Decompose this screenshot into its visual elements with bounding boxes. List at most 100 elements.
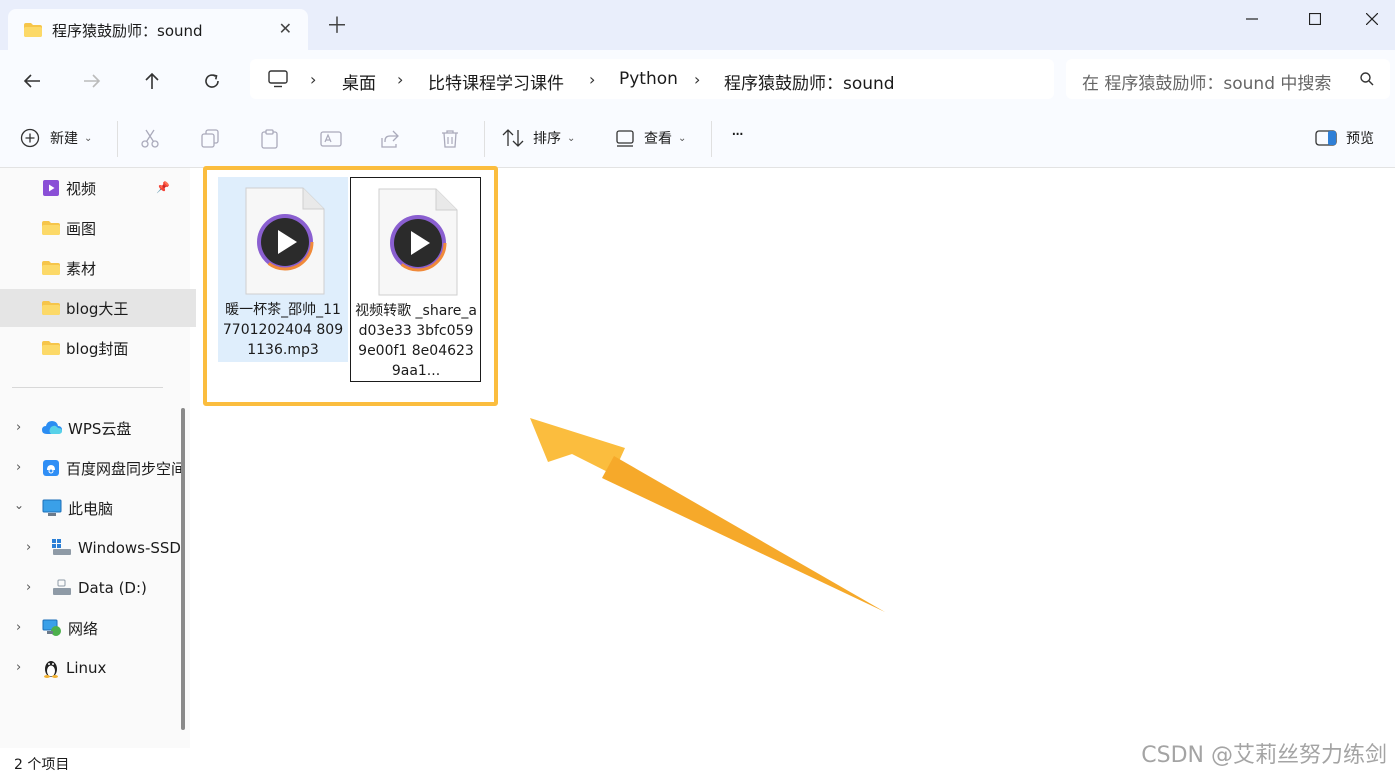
sidebar-item-label: blog大王	[66, 299, 129, 318]
sidebar-item-label: blog封面	[66, 339, 129, 358]
refresh-button[interactable]	[198, 67, 226, 95]
more-options-button[interactable]: ···	[731, 124, 744, 145]
tab-title: 程序猿鼓励师：sound	[52, 22, 203, 40]
monitor-icon	[268, 70, 288, 92]
folder-icon	[24, 22, 42, 41]
view-button[interactable]: 查看 ⌄	[616, 128, 686, 148]
search-placeholder: 在 程序猿鼓励师：sound 中搜索	[1082, 74, 1332, 94]
pin-icon[interactable]: 📌	[156, 181, 170, 194]
sidebar-item-label: 视频	[66, 179, 97, 198]
new-button[interactable]: 新建 ⌄	[20, 128, 92, 148]
chevron-down-icon: ⌄	[567, 132, 576, 144]
folder-icon	[42, 341, 60, 355]
folder-icon	[42, 301, 60, 315]
address-row: › 桌面 › 比特课程学习课件 › Python › 程序猿鼓励师：sound …	[0, 50, 1395, 109]
sidebar-item-windows-ssd[interactable]: Windows-SSD	[0, 529, 225, 567]
maximize-icon	[1309, 13, 1321, 25]
search-icon	[1360, 71, 1374, 90]
back-button[interactable]	[18, 67, 46, 95]
breadcrumb-python[interactable]: Python	[619, 69, 678, 89]
maximize-button[interactable]	[1292, 6, 1338, 32]
sidebar-item-videos[interactable]: 视频	[0, 169, 215, 207]
drive-icon	[52, 539, 72, 557]
folder-icon	[42, 261, 60, 275]
status-bar: 2 个项目 CSDN @艾莉丝努力练剑	[0, 743, 1395, 773]
breadcrumb-separator: ›	[694, 70, 701, 89]
refresh-icon	[205, 74, 219, 88]
sidebar-scrollbar[interactable]	[181, 408, 185, 730]
sidebar-item-label: 此电脑	[68, 499, 114, 518]
sidebar-item-label: 画图	[66, 219, 97, 238]
linux-icon	[42, 658, 60, 678]
paste-icon[interactable]	[260, 129, 280, 153]
baidu-netdisk-icon	[42, 459, 60, 477]
sort-label: 排序	[533, 131, 561, 147]
chevron-down-icon: ⌄	[678, 132, 687, 144]
sidebar-divider	[12, 387, 163, 388]
close-window-button[interactable]	[1349, 6, 1395, 32]
preview-pane-icon	[1315, 130, 1337, 146]
copy-icon[interactable]	[200, 129, 220, 153]
sidebar-item-label: WPS云盘	[68, 419, 132, 438]
close-tab-icon[interactable]: ✕	[279, 19, 292, 38]
sidebar-item-label: Windows-SSD	[78, 539, 181, 557]
cut-icon[interactable]	[140, 129, 160, 153]
forward-button[interactable]	[78, 67, 106, 95]
breadcrumb-separator: ›	[589, 70, 596, 89]
breadcrumb-course[interactable]: 比特课程学习课件	[428, 69, 564, 94]
chevron-down-icon: ⌄	[84, 132, 93, 144]
sidebar-item-label: 素材	[66, 259, 97, 278]
network-icon	[42, 619, 62, 637]
minimize-button[interactable]	[1229, 6, 1275, 32]
toolbar-divider	[484, 121, 485, 157]
new-tab-button[interactable]: ＋	[326, 16, 348, 38]
search-input[interactable]: 在 程序猿鼓励师：sound 中搜索	[1066, 59, 1390, 99]
sidebar-item-label: Data (D:)	[78, 579, 147, 597]
arrow-up-icon	[145, 72, 159, 89]
preview-label: 预览	[1346, 131, 1374, 147]
sort-button[interactable]: 排序 ⌄	[502, 128, 575, 148]
video-folder-icon	[42, 179, 60, 197]
breadcrumb-desktop[interactable]: 桌面	[342, 69, 376, 94]
toolbar-divider	[711, 121, 712, 157]
toolbar-divider	[117, 121, 118, 157]
sidebar-item-label: 网络	[68, 619, 99, 638]
delete-icon[interactable]	[440, 129, 460, 153]
up-button[interactable]	[138, 67, 166, 95]
computer-icon	[42, 499, 62, 517]
address-bar[interactable]: › 桌面 › 比特课程学习课件 › Python › 程序猿鼓励师：sound	[250, 59, 1054, 99]
title-bar: 程序猿鼓励师：sound ✕ ＋	[0, 0, 1395, 50]
breadcrumb-current[interactable]: 程序猿鼓励师：sound	[724, 69, 895, 94]
sort-icon	[502, 129, 524, 147]
view-icon	[616, 130, 634, 147]
annotation-arrow	[530, 418, 885, 612]
sidebar-item-paint[interactable]: 画图	[0, 209, 215, 247]
arrow-left-icon	[23, 74, 40, 88]
sidebar-item-data-drive[interactable]: Data (D:)	[0, 569, 225, 607]
rename-icon[interactable]	[320, 129, 342, 153]
breadcrumb-separator: ›	[310, 70, 317, 89]
sidebar-item-blog-cover[interactable]: blog封面	[0, 329, 215, 367]
minimize-icon	[1246, 18, 1258, 20]
tab-current[interactable]: 程序猿鼓励师：sound ✕	[8, 9, 308, 50]
annotation-highlight-box	[203, 166, 498, 406]
sidebar-item-blog-king[interactable]: blog大王	[0, 289, 215, 327]
sidebar-item-label: 百度网盘同步空间	[66, 459, 187, 478]
sidebar-item-materials[interactable]: 素材	[0, 249, 215, 287]
command-bar: 新建 ⌄ 排序 ⌄ 查看 ⌄ ··· 预览	[0, 109, 1395, 168]
cloud-icon	[42, 421, 62, 435]
sidebar-item-label: Linux	[66, 659, 107, 677]
new-label: 新建	[50, 131, 78, 147]
breadcrumb-separator: ›	[397, 70, 404, 89]
plus-circle-icon	[20, 128, 40, 148]
close-icon	[1366, 13, 1378, 25]
item-count: 2 个项目	[14, 757, 70, 773]
drive-icon	[52, 579, 72, 597]
watermark: CSDN @艾莉丝努力练剑	[1141, 743, 1387, 768]
navigation-pane: 视频 📌 画图 素材 blog大王 blog封面 › WPS云盘 › 百度网盘同…	[0, 168, 215, 748]
share-icon[interactable]	[380, 129, 400, 153]
arrow-right-icon	[84, 74, 101, 88]
view-label: 查看	[644, 131, 672, 147]
preview-button[interactable]: 预览	[1315, 128, 1374, 148]
folder-icon	[42, 221, 60, 235]
